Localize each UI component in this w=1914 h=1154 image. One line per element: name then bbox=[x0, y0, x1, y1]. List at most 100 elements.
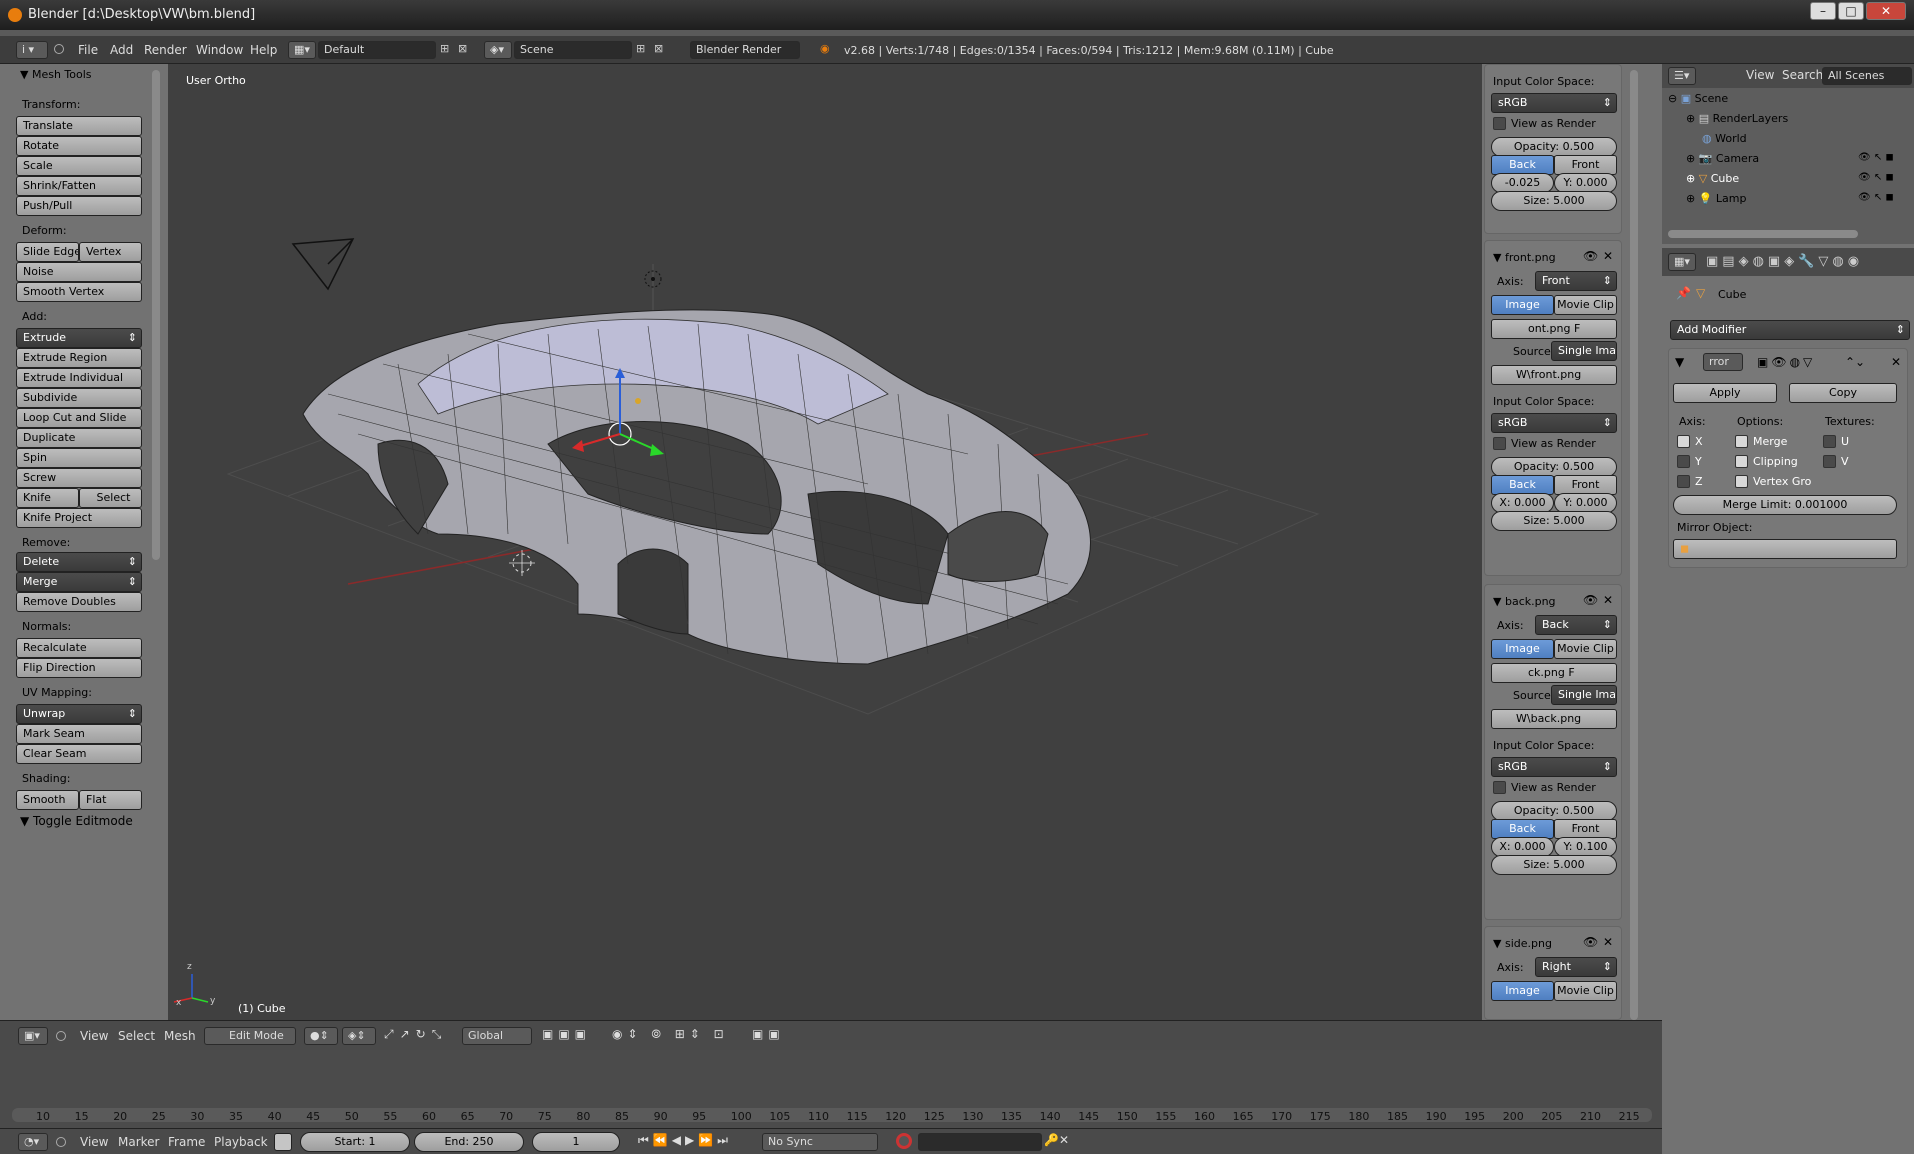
merge-dropdown[interactable]: Merge ⇕ bbox=[16, 572, 142, 592]
spin-button[interactable]: Spin bbox=[16, 448, 142, 468]
editor-type-button[interactable]: ▣▾ bbox=[18, 1027, 48, 1045]
close-button[interactable]: ✕ bbox=[1866, 2, 1906, 20]
clear-seam-button[interactable]: Clear Seam bbox=[16, 744, 142, 764]
mark-seam-button[interactable]: Mark Seam bbox=[16, 724, 142, 744]
shading-dropdown[interactable]: ●⇕ bbox=[304, 1027, 338, 1045]
size-field[interactable]: Size: 5.000 bbox=[1491, 511, 1617, 531]
apply-button[interactable]: Apply bbox=[1673, 383, 1777, 403]
visibility-eye-icon[interactable]: 👁 ↖ ◼ bbox=[1858, 172, 1894, 183]
movie-clip-toggle[interactable]: Movie Clip bbox=[1554, 295, 1617, 315]
image-path-field[interactable]: W\front.png bbox=[1491, 365, 1617, 385]
offset-y-field[interactable]: Y: 0.000 bbox=[1554, 173, 1617, 193]
scene-icon-button[interactable]: ◈▾ bbox=[484, 41, 512, 59]
opacity-slider[interactable]: Opacity: 0.500 bbox=[1491, 137, 1617, 157]
start-frame-field[interactable]: Start: 1 bbox=[300, 1132, 410, 1152]
pivot-dropdown[interactable]: ◈⇕ bbox=[342, 1027, 376, 1045]
manipulator-icons[interactable]: ⤢↗↻⤡ bbox=[384, 1027, 447, 1042]
push-pull-button[interactable]: Push/Pull bbox=[16, 196, 142, 216]
remove-doubles-button[interactable]: Remove Doubles bbox=[16, 592, 142, 612]
frame-menu[interactable]: Frame bbox=[168, 1135, 205, 1149]
select-menu[interactable]: Select bbox=[118, 1029, 155, 1043]
view-as-render-checkbox[interactable] bbox=[1493, 117, 1506, 130]
sync-dropdown[interactable]: No Sync bbox=[762, 1133, 878, 1151]
color-space-dropdown[interactable]: sRGB ⇕ bbox=[1491, 757, 1617, 777]
axis-z-checkbox[interactable] bbox=[1677, 475, 1690, 488]
source-dropdown[interactable]: Single Image bbox=[1551, 341, 1617, 361]
color-space-dropdown[interactable]: sRGB ⇕ bbox=[1491, 413, 1617, 433]
timeline-editor-type-button[interactable]: ◔▾ bbox=[18, 1133, 48, 1151]
flat-shading-button[interactable]: Flat bbox=[79, 790, 142, 810]
copy-button[interactable]: Copy bbox=[1789, 383, 1897, 403]
info-editor-type-button[interactable]: i ▾ bbox=[16, 41, 48, 59]
loop-cut-button[interactable]: Loop Cut and Slide bbox=[16, 408, 142, 428]
view-as-render-checkbox[interactable] bbox=[1493, 781, 1506, 794]
record-icon[interactable] bbox=[896, 1133, 912, 1149]
tool-shelf-scrollbar[interactable] bbox=[152, 70, 160, 560]
display-mode-dropdown[interactable]: All Scenes bbox=[1822, 67, 1912, 85]
merge-checkbox[interactable] bbox=[1735, 435, 1748, 448]
movie-clip-toggle[interactable]: Movie Clip bbox=[1554, 639, 1617, 659]
vertex-groups-checkbox[interactable] bbox=[1735, 475, 1748, 488]
add-scene-icon[interactable]: ⊞ bbox=[636, 42, 645, 55]
marker-menu[interactable]: Marker bbox=[118, 1135, 159, 1149]
offset-y-field[interactable]: Y: 0.000 bbox=[1554, 493, 1617, 513]
knife-button[interactable]: Knife bbox=[16, 488, 79, 508]
scale-button[interactable]: Scale bbox=[16, 156, 142, 176]
rotate-button[interactable]: Rotate bbox=[16, 136, 142, 156]
outliner-scrollbar[interactable] bbox=[1668, 230, 1858, 238]
menu-help[interactable]: Help bbox=[250, 43, 277, 57]
back-toggle[interactable]: Back bbox=[1491, 155, 1554, 175]
properties-scrollbar[interactable] bbox=[1630, 70, 1638, 1020]
scene-selector[interactable]: Scene bbox=[514, 41, 632, 59]
remove-icon[interactable]: ✕ bbox=[1603, 249, 1613, 263]
back-panel-header[interactable]: ▼ back.png bbox=[1493, 595, 1556, 608]
orientation-dropdown[interactable]: Global bbox=[462, 1027, 532, 1045]
axis-x-checkbox[interactable] bbox=[1677, 435, 1690, 448]
noise-button[interactable]: Noise bbox=[16, 262, 142, 282]
image-toggle[interactable]: Image bbox=[1491, 639, 1554, 659]
mirror-object-field[interactable]: ◼ bbox=[1673, 539, 1897, 559]
texture-u-checkbox[interactable] bbox=[1823, 435, 1836, 448]
visibility-eye-icon[interactable]: 👁 ↖ ◼ bbox=[1858, 152, 1894, 163]
image-toggle[interactable]: Image bbox=[1491, 295, 1554, 315]
eye-icon[interactable]: 👁 bbox=[1583, 935, 1598, 949]
opacity-slider[interactable]: Opacity: 0.500 bbox=[1491, 801, 1617, 821]
timeline-view-menu[interactable]: View bbox=[80, 1135, 108, 1149]
slide-vertex-button[interactable]: Vertex bbox=[79, 242, 142, 262]
view-as-render-checkbox[interactable] bbox=[1493, 437, 1506, 450]
source-dropdown[interactable]: Single Image bbox=[1551, 685, 1617, 705]
shrink-fatten-button[interactable]: Shrink/Fatten bbox=[16, 176, 142, 196]
front-toggle[interactable]: Front bbox=[1554, 155, 1617, 175]
side-panel-header[interactable]: ▼ side.png bbox=[1493, 937, 1552, 950]
screw-button[interactable]: Screw bbox=[16, 468, 142, 488]
menu-window[interactable]: Window bbox=[196, 43, 243, 57]
remove-scene-icon[interactable]: ⊠ bbox=[654, 42, 663, 55]
proportional-icons[interactable]: ◉⇕ ⦾ ⊞⇕ ⊡ bbox=[612, 1027, 729, 1042]
outliner-item-lamp[interactable]: ⊕ 💡 Lamp bbox=[1686, 192, 1747, 205]
knife-select-button[interactable]: Select bbox=[79, 488, 142, 508]
collapse-menu-icon[interactable] bbox=[54, 44, 64, 54]
menu-file[interactable]: File bbox=[78, 43, 98, 57]
maximize-button[interactable]: □ bbox=[1838, 2, 1864, 20]
opacity-slider[interactable]: Opacity: 0.500 bbox=[1491, 457, 1617, 477]
image-path-field[interactable]: W\back.png bbox=[1491, 709, 1617, 729]
render-preview-icons[interactable]: ▣▣ bbox=[752, 1027, 785, 1041]
outliner-item-scene[interactable]: ⊖ ▣ Scene bbox=[1668, 92, 1728, 105]
remove-icon[interactable]: ✕ bbox=[1603, 935, 1613, 949]
offset-x-field[interactable]: -0.025 bbox=[1491, 173, 1554, 193]
axis-dropdown[interactable]: Right ⇕ bbox=[1535, 957, 1617, 977]
movie-clip-toggle[interactable]: Movie Clip bbox=[1554, 981, 1617, 1001]
image-toggle[interactable]: Image bbox=[1491, 981, 1554, 1001]
offset-x-field[interactable]: X: 0.000 bbox=[1491, 493, 1554, 513]
visibility-eye-icon[interactable]: 👁 ↖ ◼ bbox=[1858, 192, 1894, 203]
end-frame-field[interactable]: End: 250 bbox=[414, 1132, 524, 1152]
offset-x-field[interactable]: X: 0.000 bbox=[1491, 837, 1554, 857]
minimize-button[interactable]: – bbox=[1810, 2, 1836, 20]
color-space-dropdown[interactable]: sRGB ⇕ bbox=[1491, 93, 1617, 113]
eye-icon[interactable]: 👁 bbox=[1583, 593, 1598, 607]
select-mode-icons[interactable]: ▣▣▣ bbox=[542, 1027, 591, 1041]
outliner-item-renderlayers[interactable]: ⊕ ▤ RenderLayers bbox=[1686, 112, 1788, 125]
outliner-item-cube[interactable]: ⊕ ▽ Cube bbox=[1686, 172, 1739, 185]
render-engine-selector[interactable]: Blender Render bbox=[690, 41, 800, 59]
layout-selector[interactable]: Default bbox=[318, 41, 436, 59]
